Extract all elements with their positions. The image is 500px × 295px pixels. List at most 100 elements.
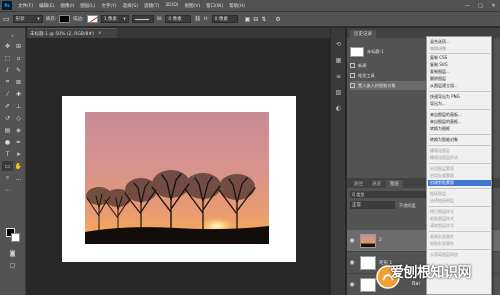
blend-mode-select[interactable]: 正常 <box>350 201 395 209</box>
settings-gear-icon[interactable]: ⚙ <box>275 16 280 23</box>
menu-item-enable-vector-mask[interactable]: 启用矢量蒙版 <box>428 173 491 179</box>
menu-item-edit-adjustment[interactable]: 编辑调整... <box>428 46 491 52</box>
history-brush-icon[interactable]: ↺ <box>2 113 13 123</box>
adjustments-panel-icon[interactable]: ◐ <box>334 104 343 112</box>
menu-item-delete-layer[interactable]: 删除图层 <box>428 76 491 82</box>
stroke-width-field[interactable]: 1 像素 ▾ <box>100 15 129 23</box>
menu-window[interactable]: 窗口(W) <box>203 3 226 9</box>
brush-tool-icon[interactable]: ✐ <box>2 101 13 111</box>
eye-icon[interactable]: ◉ <box>347 281 357 288</box>
dodge-tool-icon[interactable]: ● <box>2 137 13 147</box>
menu-item-create-clipping-mask[interactable]: 创建剪贴蒙版 <box>428 180 491 186</box>
arrange-icon[interactable]: ⇅ <box>261 16 266 23</box>
tab-layers[interactable]: 图层 <box>386 180 403 188</box>
zoom-tool-icon[interactable]: ⌕ <box>2 173 13 183</box>
menu-item-group-from-layers[interactable]: 从图层建立组... <box>428 83 491 89</box>
align-icon[interactable]: ⊟ <box>253 16 258 23</box>
tab-history[interactable]: 历史记录 <box>350 30 376 38</box>
edit-toolbar-icon[interactable]: ⋯ <box>2 185 13 195</box>
artboard-marquee-icon[interactable]: ▫ <box>13 53 24 63</box>
eyedropper-tool-icon[interactable]: ⁄ <box>2 89 13 99</box>
rectangle-tool-icon[interactable]: ▭ <box>3 15 10 23</box>
menu-item-paste-layer-style[interactable]: 粘贴图层样式 <box>428 216 491 222</box>
menu-item-clear-layer-style[interactable]: 清除图层样式 <box>428 223 491 229</box>
lasso-tool-icon[interactable]: ℓ <box>2 65 13 75</box>
frame-tool-icon[interactable]: ⊠ <box>13 77 24 87</box>
properties-panel-icon[interactable]: ≡ <box>334 72 343 80</box>
menu-view[interactable]: 视图(V) <box>182 3 204 9</box>
background-color-swatch[interactable] <box>11 233 20 242</box>
menu-item-enable-layer-mask[interactable]: 启用图层蒙版 <box>428 166 491 172</box>
quick-select-tool-icon[interactable]: ✎ <box>13 65 24 75</box>
history-step[interactable]: 矩形工具 <box>350 71 430 80</box>
menu-item-duplicate-layer[interactable]: 复制图层... <box>428 69 491 75</box>
menu-select[interactable]: 选择(S) <box>120 3 141 9</box>
menu-image[interactable]: 图像(I) <box>57 3 77 9</box>
fill-swatch[interactable] <box>59 15 71 23</box>
screen-mode-icon[interactable]: ▢ <box>7 260 18 270</box>
menu-item-frame-from-layers[interactable]: 来自图层的画框... <box>428 119 491 125</box>
crop-tool-icon[interactable]: ⌗ <box>2 77 13 87</box>
menu-item-release-isolation[interactable]: 从隔离图层释放 <box>428 252 491 258</box>
menu-item-copy-shape-attr[interactable]: 复制形状属性 <box>428 234 491 240</box>
menu-item-convert-smart-object[interactable]: 转换为智能对象 <box>428 137 491 143</box>
width-field[interactable]: 0 像素 <box>165 15 192 23</box>
eye-icon[interactable]: ◉ <box>347 259 357 266</box>
history-step[interactable]: 置入嵌入的智能对象 <box>350 81 430 90</box>
menu-item-export-as[interactable]: 导出为... <box>428 101 491 107</box>
shape-mode-select[interactable]: 形状 ▾ <box>12 15 43 23</box>
hand-tool-icon[interactable]: ✋ <box>13 161 24 171</box>
pen-tool-icon[interactable]: ✒ <box>13 137 24 147</box>
menu-item-copy-svg[interactable]: 复制 SVG <box>428 62 491 68</box>
swatches-panel-icon[interactable]: ▦ <box>334 56 343 64</box>
menu-help[interactable]: 帮助(H) <box>226 3 248 9</box>
stamp-tool-icon[interactable]: ⊥ <box>13 101 24 111</box>
rectangle-tool-icon[interactable]: ▭ <box>2 161 13 171</box>
move-tool-icon[interactable]: ✥ <box>2 41 13 51</box>
document-tab[interactable]: 未标题-1 @ 50% (2, RGB/8#) × <box>27 28 117 38</box>
quick-mask-icon[interactable]: ◙ <box>7 248 18 258</box>
path-select-tool-icon[interactable]: ➤ <box>13 149 24 159</box>
menu-item-select-linked[interactable]: 选择链接图层 <box>428 198 491 204</box>
menu-layer[interactable]: 图层(L) <box>77 3 98 9</box>
menu-file[interactable]: 文件(F) <box>15 3 36 9</box>
eraser-tool-icon[interactable]: ◇ <box>13 113 24 123</box>
close-tab-icon[interactable]: × <box>98 31 102 36</box>
stroke-swatch[interactable] <box>86 15 98 23</box>
type-tool-icon[interactable]: T <box>2 149 13 159</box>
menu-item-copy-layer-style[interactable]: 拷贝图层样式 <box>428 209 491 215</box>
libraries-panel-icon[interactable]: ▧ <box>334 88 343 96</box>
history-step[interactable]: 新建 <box>350 61 430 70</box>
menu-item-rasterize-style[interactable]: 栅格化图层样式 <box>428 155 491 161</box>
eye-icon[interactable]: ◉ <box>347 237 357 244</box>
menu-edit[interactable]: 编辑(E) <box>36 3 57 9</box>
menu-item-blending-options[interactable]: 混合选项... <box>428 39 491 45</box>
menu-filter[interactable]: 滤镜(T) <box>141 3 162 9</box>
more-tools-icon[interactable]: … <box>13 173 24 183</box>
menu-type[interactable]: 文字(Y) <box>98 3 119 9</box>
history-panel-icon[interactable]: ⟲ <box>334 40 343 48</box>
tab-channels[interactable]: 通道 <box>368 180 385 188</box>
path-ops-icon[interactable]: ▣ <box>245 16 251 23</box>
artboard-tool-icon[interactable]: ⊞ <box>13 41 24 51</box>
layer-filter-select[interactable]: Q 类型 <box>350 191 430 198</box>
menu-item-rasterize-layer[interactable]: 栅格化图层 <box>428 148 491 154</box>
menu-item-copy-css[interactable]: 复制 CSS <box>428 55 491 61</box>
close-window-button[interactable]: ✕ <box>487 0 500 12</box>
healing-tool-icon[interactable]: ✚ <box>13 89 24 99</box>
sunset-trees-photo[interactable] <box>85 112 269 244</box>
stroke-type-select[interactable] <box>131 15 154 23</box>
maximize-button[interactable]: □ <box>474 0 487 12</box>
collapse-arrows-icon[interactable]: » <box>7 30 18 40</box>
minimize-button[interactable]: — <box>461 0 474 12</box>
menu-item-convert-to-frame[interactable]: 转换为图框 <box>428 126 491 132</box>
history-snapshot[interactable]: 未标题-1 <box>350 46 430 58</box>
menu-item-paste-shape-attr[interactable]: 粘贴形状属性 <box>428 241 491 247</box>
menu-item-quick-export-png[interactable]: 快速导出为 PNG <box>428 94 491 100</box>
gradient-tool-icon[interactable]: ▤ <box>2 125 13 135</box>
menu-3d[interactable]: 3D(D) <box>162 3 181 8</box>
tab-paths[interactable]: 路径 <box>350 180 367 188</box>
height-field[interactable]: 0 像素 <box>211 15 238 23</box>
marquee-tool-icon[interactable]: ⬚ <box>2 53 13 63</box>
link-icon[interactable]: ⛓ <box>194 16 200 22</box>
